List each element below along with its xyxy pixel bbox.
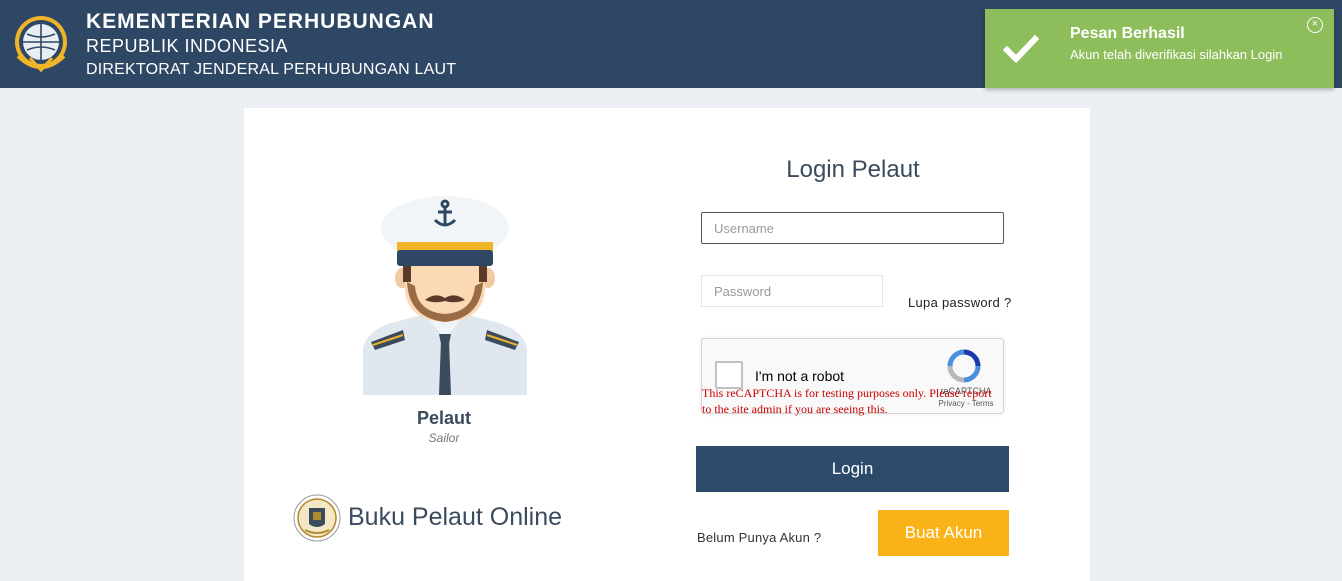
sailor-subtitle: Sailor xyxy=(428,431,460,445)
header-title: KEMENTERIAN PERHUBUNGAN xyxy=(86,10,435,33)
login-button[interactable]: Login xyxy=(696,446,1009,492)
close-icon[interactable]: × xyxy=(1307,17,1323,33)
create-account-button[interactable]: Buat Akun xyxy=(878,510,1009,556)
header-directorate: DIREKTORAT JENDERAL PERHUBUNGAN LAUT xyxy=(86,61,457,78)
recaptcha-warning: This reCAPTCHA is for testing purposes o… xyxy=(702,386,992,416)
check-icon xyxy=(1003,34,1039,64)
forgot-password-link[interactable]: Lupa password ? xyxy=(908,295,1012,310)
sailor-avatar-icon xyxy=(363,196,527,395)
brand-title: Buku Pelaut Online xyxy=(348,503,563,531)
toast-title: Pesan Berhasil xyxy=(1070,25,1185,42)
header-subtitle: REPUBLIK INDONESIA xyxy=(86,36,289,56)
recaptcha-logo-icon xyxy=(947,349,981,383)
login-title: Login Pelaut xyxy=(786,156,920,183)
sailor-title: Pelaut xyxy=(416,408,472,428)
password-input[interactable] xyxy=(701,275,883,307)
success-toast: Pesan Berhasil Akun telah diverifikasi s… xyxy=(985,9,1334,88)
recaptcha-widget: I'm not a robot reCAPTCHA Privacy - Term… xyxy=(701,338,1004,416)
seal-logo-icon xyxy=(293,494,341,542)
ministry-logo-icon xyxy=(15,16,67,73)
toast-message: Akun telah diverifikasi silahkan Login xyxy=(1070,47,1283,62)
recaptcha-label: I'm not a robot xyxy=(755,368,845,384)
username-input[interactable] xyxy=(701,212,1004,244)
no-account-text: Belum Punya Akun ? xyxy=(697,530,822,545)
